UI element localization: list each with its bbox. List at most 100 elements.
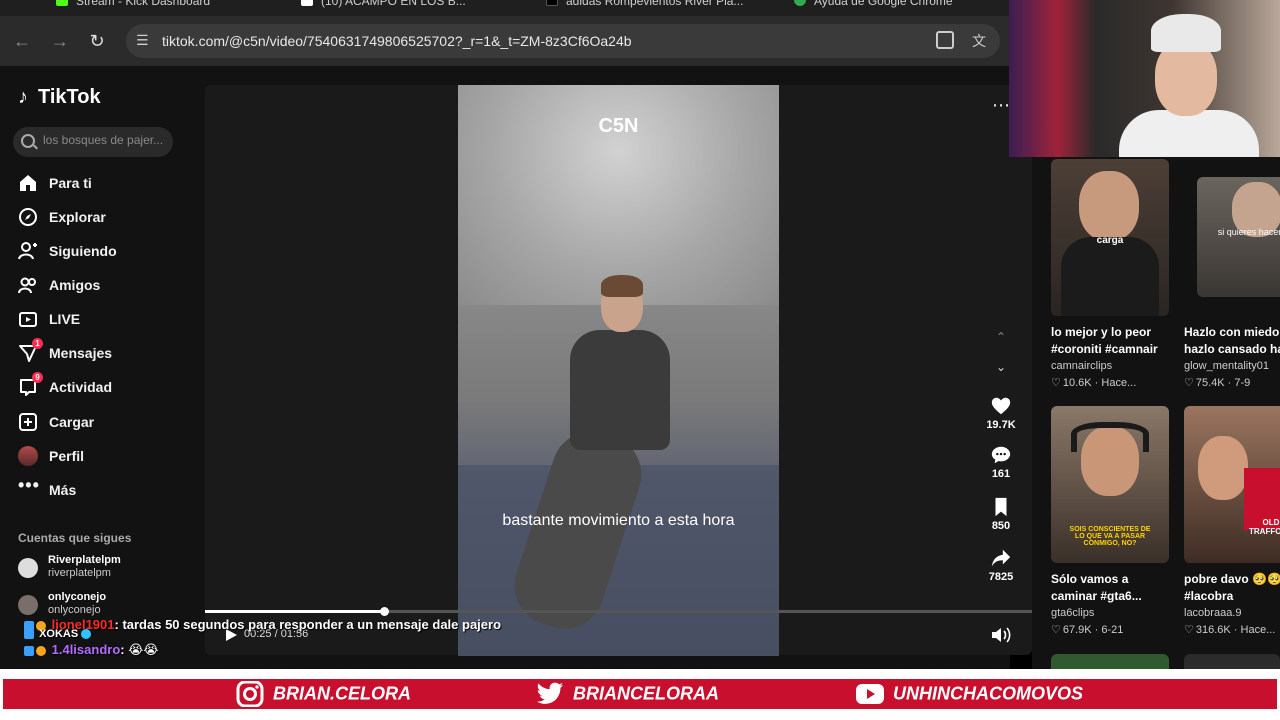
home-icon xyxy=(20,175,36,191)
live-icon xyxy=(19,312,37,327)
video-thumbnail[interactable]: SOIS CONSCIENTES DE LO QUE VA A PASAR CO… xyxy=(1051,406,1169,563)
thumbnail-overlay-text: OLD TRAFFORD xyxy=(1249,518,1280,536)
reload-button[interactable]: ↻ xyxy=(85,29,109,53)
video-frame-person-body xyxy=(570,330,670,450)
like-button[interactable]: 19.7K xyxy=(980,395,1022,431)
tab-youtube-live[interactable]: (10) ACAMPO EN LOS B... xyxy=(295,0,505,16)
video-thumbnail[interactable] xyxy=(1051,654,1169,669)
video-thumbnail[interactable]: carga xyxy=(1051,159,1169,316)
video-author[interactable]: glow_mentality01 xyxy=(1184,360,1269,372)
chat-message: XOKAS xyxy=(24,628,93,640)
following-accounts-title: Cuentas que sigues xyxy=(18,531,132,545)
video-author[interactable]: camnairclips xyxy=(1051,360,1112,372)
volume-icon[interactable] xyxy=(990,626,1012,644)
forward-button[interactable]: → xyxy=(48,29,72,53)
search-input[interactable] xyxy=(43,133,167,147)
instagram-icon xyxy=(236,681,264,707)
thumbnail-overlay-text: SOIS CONSCIENTES DE LO QUE VA A PASAR CO… xyxy=(1069,526,1151,547)
video-stats: ♡ 10.6K · Hace... xyxy=(1051,377,1137,389)
twitter-handle: BRIANCELORAA xyxy=(535,681,719,707)
nav-mensajes[interactable]: 1 Mensajes xyxy=(18,338,198,366)
heart-outline-icon: ♡ xyxy=(1184,624,1194,636)
url-text: tiktok.com/@c5n/video/754063174980652570… xyxy=(162,33,632,49)
comment-icon xyxy=(991,446,1011,464)
nav-perfil[interactable]: Perfil xyxy=(18,443,198,469)
video-frame-person-hair xyxy=(601,275,643,297)
video-title: pobre davo 🥺🥺 #lacobra xyxy=(1184,572,1280,603)
tiktok-tab-icon xyxy=(301,0,313,6)
chat-badge-icon xyxy=(36,645,46,656)
chat-badge-icon xyxy=(24,629,34,640)
nav-actividad[interactable]: 9 Actividad xyxy=(18,372,198,400)
chrome-icon xyxy=(794,0,806,6)
followed-account-riverplatelpm[interactable]: Riverplatelpm riverplatelpm xyxy=(18,554,203,584)
chat-text: : tardas 50 segundos para responder a un… xyxy=(114,617,502,632)
address-bar[interactable]: ☰ tiktok.com/@c5n/video/7540631749806525… xyxy=(126,24,1000,58)
next-video-button[interactable]: ⌄ xyxy=(990,360,1012,380)
video-thumbnail[interactable]: OLD TRAFFORD xyxy=(1184,406,1280,563)
social-banner-strip: BRIAN.CELORA BRIANCELORAA UNHINCHACOMOVO… xyxy=(3,679,1277,709)
chat-text: : 😭😭 xyxy=(120,642,159,657)
site-info-icon[interactable]: ☰ xyxy=(136,32,154,50)
video-author[interactable]: lacobraaa.9 xyxy=(1184,607,1242,619)
webcam-shirt xyxy=(1119,110,1259,157)
video-thumbnail[interactable]: si quieres hacer xyxy=(1197,177,1280,297)
streamer-webcam xyxy=(1009,0,1280,157)
install-app-icon[interactable] xyxy=(936,31,954,49)
tab-kick-dashboard[interactable]: Stream - Kick Dashboard xyxy=(50,0,260,16)
save-button[interactable]: 850 xyxy=(980,496,1022,532)
profile-avatar xyxy=(18,446,38,466)
twitter-bird-icon xyxy=(536,682,563,704)
video-progress-bar[interactable] xyxy=(205,607,1032,616)
nav-mas[interactable]: ••• Más xyxy=(18,475,198,503)
video-caption: bastante movimiento a esta hora xyxy=(502,512,735,529)
chat-username: XOKAS xyxy=(39,628,79,640)
youtube-handle: UNHINCHACOMOVOS xyxy=(855,681,1083,707)
tab-adidas[interactable]: adidas Rompevientos River Pla... xyxy=(540,0,760,16)
thumbnail-shirt xyxy=(1061,237,1159,316)
thumbnail-overlay-text: si quieres hacer xyxy=(1217,227,1280,237)
video-stats: ♡ 67.9K · 6-21 xyxy=(1051,624,1124,636)
headphones-icon xyxy=(1071,422,1149,452)
video-stats: ♡ 316.6K · Hace... xyxy=(1184,624,1276,636)
tiktok-logo[interactable]: ♪ TikTok xyxy=(18,86,101,109)
activity-badge: 9 xyxy=(32,372,43,383)
video-author[interactable]: gta6clips xyxy=(1051,607,1094,619)
comment-button[interactable]: 161 xyxy=(980,444,1022,480)
video-title: Sólo vamos a caminar #gta6... xyxy=(1051,572,1142,603)
nav-cargar[interactable]: Cargar xyxy=(18,409,198,435)
nav-live[interactable]: LIVE xyxy=(18,306,198,332)
video-player[interactable]: C5N bastante movimiento a esta hora xyxy=(458,85,779,656)
adidas-icon xyxy=(546,0,558,6)
heart-outline-icon: ♡ xyxy=(1051,624,1061,636)
heart-outline-icon: ♡ xyxy=(1184,377,1194,389)
nav-siguiendo[interactable]: Siguiendo xyxy=(18,238,198,264)
nav-para-ti[interactable]: Para ti xyxy=(18,170,198,196)
nav-amigos[interactable]: Amigos xyxy=(18,272,198,298)
video-thumbnail[interactable] xyxy=(1184,654,1280,669)
video-stats: ♡ 75.4K · 7-9 xyxy=(1184,377,1251,389)
share-button[interactable]: 7825 xyxy=(980,547,1022,583)
sidebar: ♪TikTok Para ti Explorar Siguiendo Amigo… xyxy=(0,66,205,669)
tab-chrome-help[interactable]: Ayuda de Google Chrome xyxy=(788,0,988,16)
browser-toolbar: ← → ↻ ☰ tiktok.com/@c5n/video/7540631749… xyxy=(0,16,1010,66)
nav-explorar[interactable]: Explorar xyxy=(18,204,198,230)
video-progress-fill xyxy=(205,610,385,613)
thumbnail-face xyxy=(1198,436,1248,500)
verified-icon xyxy=(81,629,92,640)
translate-icon[interactable]: 文 xyxy=(972,31,986,51)
avatar xyxy=(18,558,38,578)
more-icon: ••• xyxy=(18,475,40,495)
channel-watermark: C5N xyxy=(598,115,639,137)
back-button[interactable]: ← xyxy=(10,29,34,53)
following-icon xyxy=(18,242,37,260)
compass-icon xyxy=(19,208,37,226)
bookmark-icon xyxy=(995,497,1007,517)
previous-video-button[interactable]: ⌃ xyxy=(990,330,1012,350)
video-title: lo mejor y lo peor #coroniti #camnair xyxy=(1051,325,1158,356)
webcam-cap xyxy=(1151,14,1221,52)
recommended-videos: carga lo mejor y lo peor #coroniti #camna… xyxy=(1032,157,1280,669)
search-box[interactable] xyxy=(13,127,173,157)
youtube-icon xyxy=(856,684,884,704)
thumbnail-overlay-text: carga xyxy=(1096,235,1124,246)
